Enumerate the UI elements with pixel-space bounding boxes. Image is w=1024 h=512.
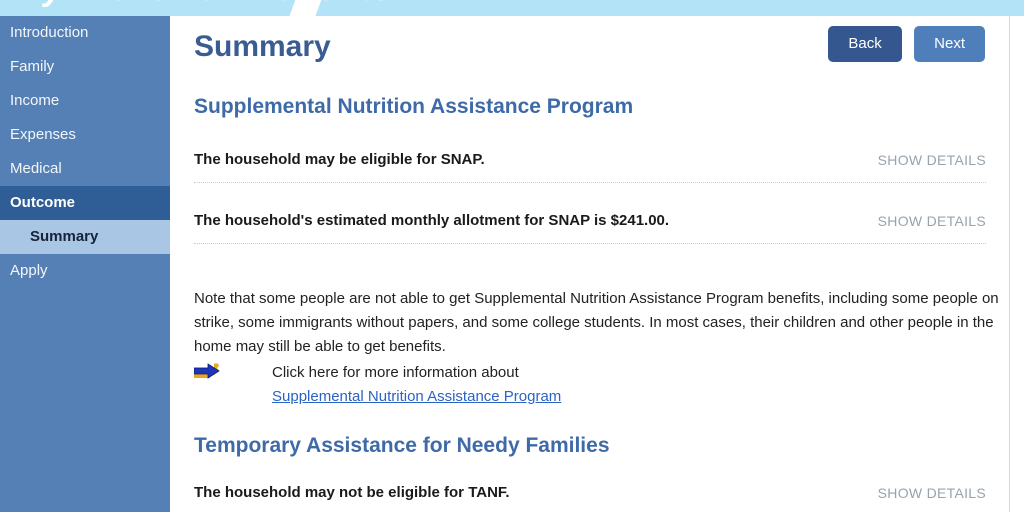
sidebar-item-label: Outcome: [10, 194, 76, 211]
sidebar-nav: Introduction Family Income Expenses Medi…: [0, 16, 170, 512]
main-content: Back Next Summary Supplemental Nutrition…: [170, 16, 1024, 512]
section-heading-tanf: Temporary Assistance for Needy Families: [194, 434, 610, 457]
sidebar-item-family[interactable]: Family: [0, 50, 170, 84]
show-details-button[interactable]: SHOW DETAILS: [878, 213, 986, 229]
sidebar-item-label: Expenses: [10, 126, 76, 143]
section-heading-snap: Supplemental Nutrition Assistance Progra…: [194, 95, 634, 118]
banner-title: MyFriendBen Benefits: [14, 0, 393, 9]
sidebar-item-label: Family: [10, 58, 55, 75]
more-information-block: Click here for more information about Su…: [193, 361, 894, 409]
sidebar-item-income[interactable]: Income: [0, 84, 170, 118]
show-details-button[interactable]: SHOW DETAILS: [878, 152, 986, 168]
show-details-button[interactable]: SHOW DETAILS: [878, 485, 986, 501]
page-title: Summary: [194, 30, 331, 63]
sidebar-item-introduction[interactable]: Introduction: [0, 16, 170, 50]
app-banner: MyFriendBen Benefits: [0, 0, 1024, 16]
section-note-snap: Note that some people are not able to ge…: [194, 290, 999, 355]
sidebar-item-expenses[interactable]: Expenses: [0, 118, 170, 152]
result-statement: The household's estimated monthly allotm…: [194, 212, 670, 229]
navigation-button-bar: Back Next: [828, 26, 985, 62]
sidebar-item-medical[interactable]: Medical: [0, 152, 170, 186]
link-text-lines: Click here for more information about Su…: [272, 361, 894, 409]
sidebar-item-apply[interactable]: Apply: [0, 254, 170, 288]
arrow-right-icon: [193, 363, 220, 383]
sidebar-item-label: Medical: [10, 160, 62, 177]
sidebar-item-label: Summary: [30, 228, 99, 245]
next-button[interactable]: Next: [914, 26, 985, 62]
result-row: The household may not be eligible for TA…: [194, 484, 986, 512]
sidebar-item-outcome[interactable]: Outcome: [0, 186, 170, 220]
back-button[interactable]: Back: [828, 26, 902, 62]
content-panel: Back Next Summary Supplemental Nutrition…: [170, 16, 1010, 512]
result-statement: The household may not be eligible for TA…: [194, 484, 510, 501]
sidebar-item-label: Introduction: [10, 24, 89, 41]
result-row: The household may be eligible for SNAP. …: [194, 151, 986, 183]
result-row: The household's estimated monthly allotm…: [194, 212, 986, 244]
result-statement: The household may be eligible for SNAP.: [194, 151, 485, 168]
link-prefix-text: Click here for more information about: [272, 364, 519, 381]
sidebar-item-label: Apply: [10, 262, 48, 279]
sidebar-item-label: Income: [10, 92, 60, 109]
snap-info-link[interactable]: Supplemental Nutrition Assistance Progra…: [272, 388, 561, 405]
sidebar-item-summary[interactable]: Summary: [0, 220, 170, 254]
